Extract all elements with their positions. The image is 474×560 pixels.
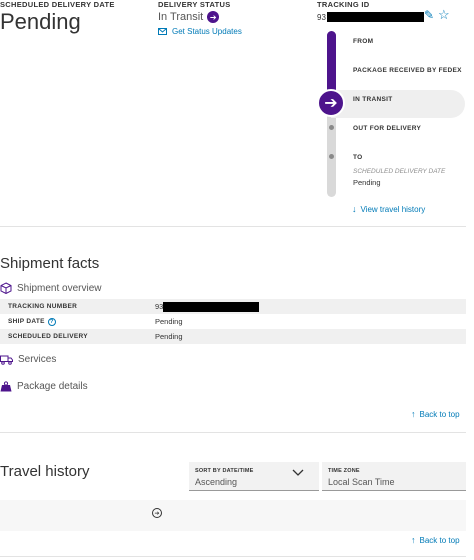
arrow-up-icon: ↑: [411, 409, 416, 419]
help-icon[interactable]: ?: [47, 317, 56, 326]
shipment-overview-header[interactable]: Shipment overview: [0, 282, 101, 294]
scheduled-delivery-small-label: SCHEDULED DELIVERY DATE: [353, 168, 446, 175]
time-zone-label: TIME ZONE: [328, 468, 360, 474]
step-from: FROM: [353, 38, 374, 45]
shipment-facts-table: TRACKING NUMBER 93 SHIP DATE ? Pending S…: [0, 299, 466, 344]
table-row: SCHEDULED DELIVERY Pending: [0, 329, 466, 344]
get-status-updates-link[interactable]: Get Status Updates: [158, 27, 242, 36]
services-header[interactable]: Services: [0, 354, 56, 365]
tracking-number-prefix: 93: [155, 302, 164, 311]
services-title: Services: [18, 354, 57, 365]
table-row: TRACKING NUMBER 93: [0, 299, 466, 314]
scheduled-delivery-label: SCHEDULED DELIVERY DATE: [0, 0, 115, 9]
delivery-status: In Transit ➔: [158, 11, 220, 23]
current-step-highlight: [331, 90, 465, 118]
arrow-down-icon: ↓: [352, 204, 357, 214]
back-to-top-link-bottom[interactable]: ↑ Back to top: [411, 535, 460, 545]
view-travel-history-link[interactable]: ↓ View travel history: [352, 204, 425, 214]
shipment-overview-title: Shipment overview: [17, 282, 102, 294]
step-to: TO: [353, 154, 363, 161]
ship-date-key-label: SHIP DATE: [8, 318, 45, 325]
step-dot: [329, 125, 334, 130]
tracking-number-redacted: [163, 301, 260, 312]
arrow-up-icon: ↑: [411, 535, 416, 545]
scheduled-delivery-key: SCHEDULED DELIVERY: [8, 333, 88, 340]
tracking-id-prefix: 93: [317, 12, 326, 22]
sort-by-label: SORT BY DATE/TIME: [195, 468, 254, 474]
time-zone-select[interactable]: TIME ZONE Local Scan Time: [322, 462, 466, 491]
ship-date-value: Pending: [155, 317, 183, 326]
travel-history-list: ➔: [0, 500, 466, 531]
step-out-for-delivery: OUT FOR DELIVERY: [353, 125, 422, 132]
divider: [0, 432, 466, 433]
scheduled-delivery-row-value: Pending: [155, 332, 183, 341]
scheduled-delivery-small-value: Pending: [353, 178, 381, 187]
delivery-status-value: In Transit: [158, 11, 204, 23]
arrow-right-circle-icon: ➔: [152, 508, 162, 518]
tracking-id: 93: [317, 12, 424, 22]
shipment-facts-title: Shipment facts: [0, 255, 100, 272]
package-details-header[interactable]: Package details: [0, 381, 88, 392]
arrow-right-icon: ➔: [207, 11, 220, 23]
travel-history-title: Travel history: [0, 463, 90, 480]
weight-icon: [0, 381, 12, 392]
scheduled-delivery-value: Pending: [0, 9, 81, 34]
package-icon: [0, 282, 12, 294]
time-zone-value: Local Scan Time: [328, 477, 395, 487]
chevron-down-icon: [292, 469, 304, 480]
tracking-id-redacted: [326, 12, 424, 22]
truck-icon: [0, 355, 13, 365]
divider: [0, 226, 466, 227]
package-details-title: Package details: [17, 381, 88, 392]
envelope-icon: [158, 28, 167, 35]
in-transit-arrow-icon: ➔: [317, 89, 345, 117]
back-to-top-link[interactable]: ↑ Back to top: [411, 409, 460, 419]
step-in-transit: IN TRANSIT: [353, 96, 393, 103]
back-to-top-label: Back to top: [419, 409, 460, 419]
step-dot: [329, 154, 334, 159]
delivery-status-label: DELIVERY STATUS: [158, 0, 231, 9]
sort-by-select[interactable]: SORT BY DATE/TIME Ascending: [189, 462, 319, 491]
sort-by-value: Ascending: [195, 477, 238, 487]
tracking-number-value: 93: [155, 301, 260, 312]
view-travel-history-label: View travel history: [360, 204, 426, 214]
tracking-number-key: TRACKING NUMBER: [8, 303, 78, 310]
back-to-top-label: Back to top: [419, 535, 460, 545]
edit-pencil-icon[interactable]: ✎: [424, 8, 434, 22]
get-status-updates-label: Get Status Updates: [172, 27, 242, 36]
divider: [0, 556, 466, 557]
step-package-received: PACKAGE RECEIVED BY FEDEX: [353, 67, 462, 74]
table-row: SHIP DATE ? Pending: [0, 314, 466, 329]
ship-date-key: SHIP DATE ?: [0, 317, 155, 326]
star-icon[interactable]: ☆: [438, 7, 450, 23]
tracking-id-label: TRACKING ID: [317, 0, 370, 9]
